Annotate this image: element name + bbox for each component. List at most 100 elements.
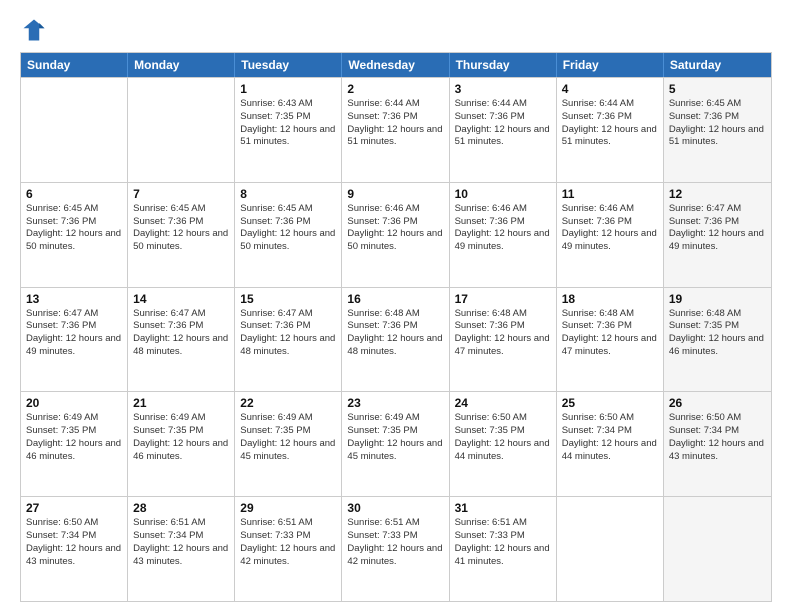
- day-number: 9: [347, 187, 443, 201]
- calendar-week-row: 1Sunrise: 6:43 AM Sunset: 7:35 PM Daylig…: [21, 77, 771, 182]
- page: SundayMondayTuesdayWednesdayThursdayFrid…: [0, 0, 792, 612]
- calendar-cell: 7 Sunrise: 6:45 AM Sunset: 7:36 PM Daylig…: [128, 183, 235, 287]
- cell-text: Sunrise: 6:47 AM Sunset: 7:36 PM Dayligh…: [133, 308, 229, 359]
- day-number: 24: [455, 396, 551, 410]
- day-number: 16: [347, 292, 443, 306]
- calendar-cell: 30 Sunrise: 6:51 AM Sunset: 7:33 PM Dayli…: [342, 497, 449, 601]
- calendar-cell: 22 Sunrise: 6:49 AM Sunset: 7:35 PM Dayli…: [235, 392, 342, 496]
- cell-text: Sunrise: 6:51 AM Sunset: 7:34 PM Dayligh…: [133, 517, 229, 568]
- cell-text: Sunrise: 6:48 AM Sunset: 7:36 PM Dayligh…: [455, 308, 551, 359]
- cell-text: Sunrise: 6:44 AM Sunset: 7:36 PM Dayligh…: [455, 98, 551, 149]
- cell-text: Sunrise: 6:51 AM Sunset: 7:33 PM Dayligh…: [240, 517, 336, 568]
- day-number: 28: [133, 501, 229, 515]
- cell-text: Sunrise: 6:45 AM Sunset: 7:36 PM Dayligh…: [669, 98, 766, 149]
- day-number: 29: [240, 501, 336, 515]
- cell-text: Sunrise: 6:48 AM Sunset: 7:36 PM Dayligh…: [562, 308, 658, 359]
- day-number: 5: [669, 82, 766, 96]
- calendar-cell: [128, 78, 235, 182]
- day-number: 27: [26, 501, 122, 515]
- cell-text: Sunrise: 6:51 AM Sunset: 7:33 PM Dayligh…: [455, 517, 551, 568]
- cell-text: Sunrise: 6:47 AM Sunset: 7:36 PM Dayligh…: [669, 203, 766, 254]
- calendar-cell: 2 Sunrise: 6:44 AM Sunset: 7:36 PM Daylig…: [342, 78, 449, 182]
- calendar-cell: 16 Sunrise: 6:48 AM Sunset: 7:36 PM Dayli…: [342, 288, 449, 392]
- cell-text: Sunrise: 6:49 AM Sunset: 7:35 PM Dayligh…: [240, 412, 336, 463]
- cell-text: Sunrise: 6:46 AM Sunset: 7:36 PM Dayligh…: [562, 203, 658, 254]
- cell-text: Sunrise: 6:46 AM Sunset: 7:36 PM Dayligh…: [347, 203, 443, 254]
- calendar-cell: 3Sunrise: 6:44 AM Sunset: 7:36 PM Daylig…: [450, 78, 557, 182]
- cell-text: Sunrise: 6:48 AM Sunset: 7:36 PM Dayligh…: [347, 308, 443, 359]
- cell-text: Sunrise: 6:48 AM Sunset: 7:35 PM Dayligh…: [669, 308, 766, 359]
- calendar-cell: 14 Sunrise: 6:47 AM Sunset: 7:36 PM Dayli…: [128, 288, 235, 392]
- calendar-cell: 13Sunrise: 6:47 AM Sunset: 7:36 PM Dayli…: [21, 288, 128, 392]
- day-number: 21: [133, 396, 229, 410]
- day-number: 10: [455, 187, 551, 201]
- calendar-cell: 5 Sunrise: 6:45 AM Sunset: 7:36 PM Daylig…: [664, 78, 771, 182]
- calendar-cell: 28 Sunrise: 6:51 AM Sunset: 7:34 PM Dayli…: [128, 497, 235, 601]
- calendar-week-row: 13Sunrise: 6:47 AM Sunset: 7:36 PM Dayli…: [21, 287, 771, 392]
- calendar-header-row: SundayMondayTuesdayWednesdayThursdayFrid…: [21, 53, 771, 77]
- logo: [20, 16, 52, 44]
- cell-text: Sunrise: 6:47 AM Sunset: 7:36 PM Dayligh…: [26, 308, 122, 359]
- day-number: 14: [133, 292, 229, 306]
- calendar: SundayMondayTuesdayWednesdayThursdayFrid…: [20, 52, 772, 602]
- cell-text: Sunrise: 6:44 AM Sunset: 7:36 PM Dayligh…: [347, 98, 443, 149]
- cell-text: Sunrise: 6:43 AM Sunset: 7:35 PM Dayligh…: [240, 98, 336, 149]
- calendar-cell: 18 Sunrise: 6:48 AM Sunset: 7:36 PM Dayli…: [557, 288, 664, 392]
- weekday-header: Friday: [557, 53, 664, 77]
- weekday-header: Monday: [128, 53, 235, 77]
- cell-text: Sunrise: 6:49 AM Sunset: 7:35 PM Dayligh…: [347, 412, 443, 463]
- calendar-cell: 4 Sunrise: 6:44 AM Sunset: 7:36 PM Daylig…: [557, 78, 664, 182]
- day-number: 26: [669, 396, 766, 410]
- cell-text: Sunrise: 6:50 AM Sunset: 7:35 PM Dayligh…: [455, 412, 551, 463]
- logo-icon: [20, 16, 48, 44]
- calendar-cell: 11 Sunrise: 6:46 AM Sunset: 7:36 PM Dayli…: [557, 183, 664, 287]
- cell-text: Sunrise: 6:49 AM Sunset: 7:35 PM Dayligh…: [26, 412, 122, 463]
- day-number: 20: [26, 396, 122, 410]
- calendar-cell: 1Sunrise: 6:43 AM Sunset: 7:35 PM Daylig…: [235, 78, 342, 182]
- calendar-cell: 9 Sunrise: 6:46 AM Sunset: 7:36 PM Daylig…: [342, 183, 449, 287]
- day-number: 2: [347, 82, 443, 96]
- cell-text: Sunrise: 6:51 AM Sunset: 7:33 PM Dayligh…: [347, 517, 443, 568]
- cell-text: Sunrise: 6:46 AM Sunset: 7:36 PM Dayligh…: [455, 203, 551, 254]
- calendar-cell: 6Sunrise: 6:45 AM Sunset: 7:36 PM Daylig…: [21, 183, 128, 287]
- weekday-header: Tuesday: [235, 53, 342, 77]
- cell-text: Sunrise: 6:47 AM Sunset: 7:36 PM Dayligh…: [240, 308, 336, 359]
- cell-text: Sunrise: 6:50 AM Sunset: 7:34 PM Dayligh…: [26, 517, 122, 568]
- day-number: 15: [240, 292, 336, 306]
- calendar-week-row: 6Sunrise: 6:45 AM Sunset: 7:36 PM Daylig…: [21, 182, 771, 287]
- cell-text: Sunrise: 6:50 AM Sunset: 7:34 PM Dayligh…: [669, 412, 766, 463]
- calendar-cell: 26 Sunrise: 6:50 AM Sunset: 7:34 PM Dayli…: [664, 392, 771, 496]
- calendar-cell: 29 Sunrise: 6:51 AM Sunset: 7:33 PM Dayli…: [235, 497, 342, 601]
- calendar-week-row: 20 Sunrise: 6:49 AM Sunset: 7:35 PM Dayli…: [21, 391, 771, 496]
- calendar-cell: 21 Sunrise: 6:49 AM Sunset: 7:35 PM Dayli…: [128, 392, 235, 496]
- day-number: 25: [562, 396, 658, 410]
- weekday-header: Thursday: [450, 53, 557, 77]
- weekday-header: Sunday: [21, 53, 128, 77]
- calendar-week-row: 27 Sunrise: 6:50 AM Sunset: 7:34 PM Dayli…: [21, 496, 771, 601]
- calendar-cell: 20 Sunrise: 6:49 AM Sunset: 7:35 PM Dayli…: [21, 392, 128, 496]
- calendar-cell: 12Sunrise: 6:47 AM Sunset: 7:36 PM Dayli…: [664, 183, 771, 287]
- day-number: 7: [133, 187, 229, 201]
- calendar-cell: 8Sunrise: 6:45 AM Sunset: 7:36 PM Daylig…: [235, 183, 342, 287]
- cell-text: Sunrise: 6:45 AM Sunset: 7:36 PM Dayligh…: [133, 203, 229, 254]
- day-number: 22: [240, 396, 336, 410]
- calendar-cell: 31Sunrise: 6:51 AM Sunset: 7:33 PM Dayli…: [450, 497, 557, 601]
- calendar-cell: 25Sunrise: 6:50 AM Sunset: 7:34 PM Dayli…: [557, 392, 664, 496]
- header: [20, 16, 772, 44]
- weekday-header: Saturday: [664, 53, 771, 77]
- day-number: 30: [347, 501, 443, 515]
- calendar-cell: 10 Sunrise: 6:46 AM Sunset: 7:36 PM Dayli…: [450, 183, 557, 287]
- day-number: 17: [455, 292, 551, 306]
- day-number: 19: [669, 292, 766, 306]
- calendar-cell: 23Sunrise: 6:49 AM Sunset: 7:35 PM Dayli…: [342, 392, 449, 496]
- cell-text: Sunrise: 6:49 AM Sunset: 7:35 PM Dayligh…: [133, 412, 229, 463]
- calendar-cell: 19 Sunrise: 6:48 AM Sunset: 7:35 PM Dayli…: [664, 288, 771, 392]
- calendar-cell: [557, 497, 664, 601]
- day-number: 18: [562, 292, 658, 306]
- day-number: 4: [562, 82, 658, 96]
- calendar-cell: 27 Sunrise: 6:50 AM Sunset: 7:34 PM Dayli…: [21, 497, 128, 601]
- calendar-cell: 24 Sunrise: 6:50 AM Sunset: 7:35 PM Dayli…: [450, 392, 557, 496]
- day-number: 11: [562, 187, 658, 201]
- cell-text: Sunrise: 6:44 AM Sunset: 7:36 PM Dayligh…: [562, 98, 658, 149]
- calendar-cell: [21, 78, 128, 182]
